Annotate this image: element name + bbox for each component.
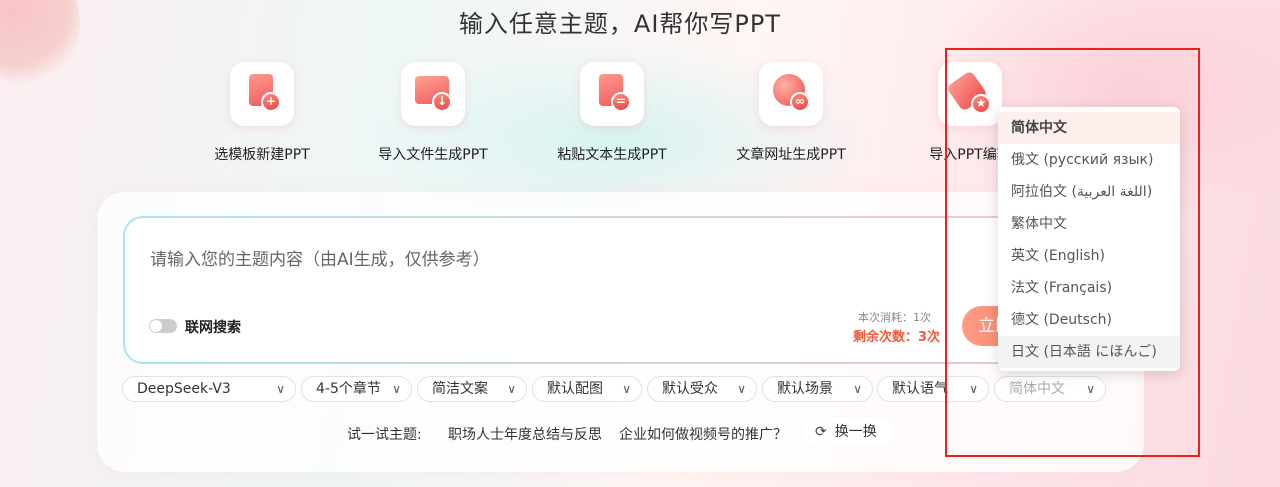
- topic-input-placeholder: 请输入您的主题内容（由AI生成，仅供参考）: [150, 250, 490, 270]
- feature-label: 导入文件生成PPT: [378, 147, 488, 163]
- chapters-select[interactable]: 4-5个章节 ∨: [301, 376, 412, 402]
- folder-import-icon: ↓: [401, 62, 465, 126]
- globe-link-icon: ∞: [759, 62, 823, 126]
- image-select[interactable]: 默认配图 ∨: [532, 376, 642, 402]
- chevron-down-icon: ∨: [276, 382, 285, 396]
- chevron-down-icon: ∨: [853, 382, 862, 396]
- feature-label: 选模板新建PPT: [214, 147, 310, 163]
- feature-label: 粘贴文本生成PPT: [557, 147, 667, 163]
- feature-article-url[interactable]: ∞ 文章网址生成PPT: [711, 62, 871, 164]
- clipboard-text-icon: =: [580, 62, 644, 126]
- audience-select[interactable]: 默认受众 ∨: [647, 376, 757, 402]
- try-topics-label: 试一试主题:: [347, 427, 422, 443]
- highlight-box: [945, 48, 1200, 457]
- page-title: 输入任意主题，AI帮你写PPT: [458, 10, 782, 38]
- chevron-down-icon: ∨: [507, 382, 516, 396]
- web-search-label: 联网搜索: [185, 320, 241, 336]
- refresh-icon: ⟳: [815, 424, 827, 440]
- tone-select-value: 默认语气: [892, 381, 948, 397]
- scene-select[interactable]: 默认场景 ∨: [762, 376, 873, 402]
- image-select-value: 默认配图: [547, 381, 603, 397]
- template-plus-icon: +: [230, 62, 294, 126]
- copy-style-select[interactable]: 简洁文案 ∨: [417, 376, 527, 402]
- refresh-label: 换一换: [834, 424, 877, 440]
- chevron-down-icon: ∨: [622, 382, 631, 396]
- chevron-down-icon: ∨: [392, 382, 401, 396]
- feature-import-file[interactable]: ↓ 导入文件生成PPT: [353, 62, 513, 164]
- model-select[interactable]: DeepSeek-V3 ∨: [122, 376, 296, 402]
- copy-style-select-value: 简洁文案: [432, 381, 488, 397]
- chapters-select-value: 4-5个章节: [316, 381, 381, 397]
- remaining-count: 剩余次数：3次: [853, 330, 941, 345]
- model-select-value: DeepSeek-V3: [137, 381, 231, 397]
- web-search-toggle[interactable]: [149, 319, 177, 333]
- chevron-down-icon: ∨: [737, 382, 746, 396]
- feature-label: 文章网址生成PPT: [736, 147, 846, 163]
- audience-select-value: 默认受众: [662, 381, 718, 397]
- scene-select-value: 默认场景: [777, 381, 833, 397]
- feature-paste-text[interactable]: = 粘贴文本生成PPT: [532, 62, 692, 164]
- try-topic[interactable]: 企业如何做视频号的推广？: [619, 424, 787, 444]
- try-topic[interactable]: 职场人士年度总结与反思: [448, 424, 602, 444]
- refresh-topics-button[interactable]: ⟳ 换一换: [803, 418, 893, 446]
- feature-template-new[interactable]: + 选模板新建PPT: [182, 62, 342, 164]
- cost-text: 本次消耗：1次: [858, 311, 931, 324]
